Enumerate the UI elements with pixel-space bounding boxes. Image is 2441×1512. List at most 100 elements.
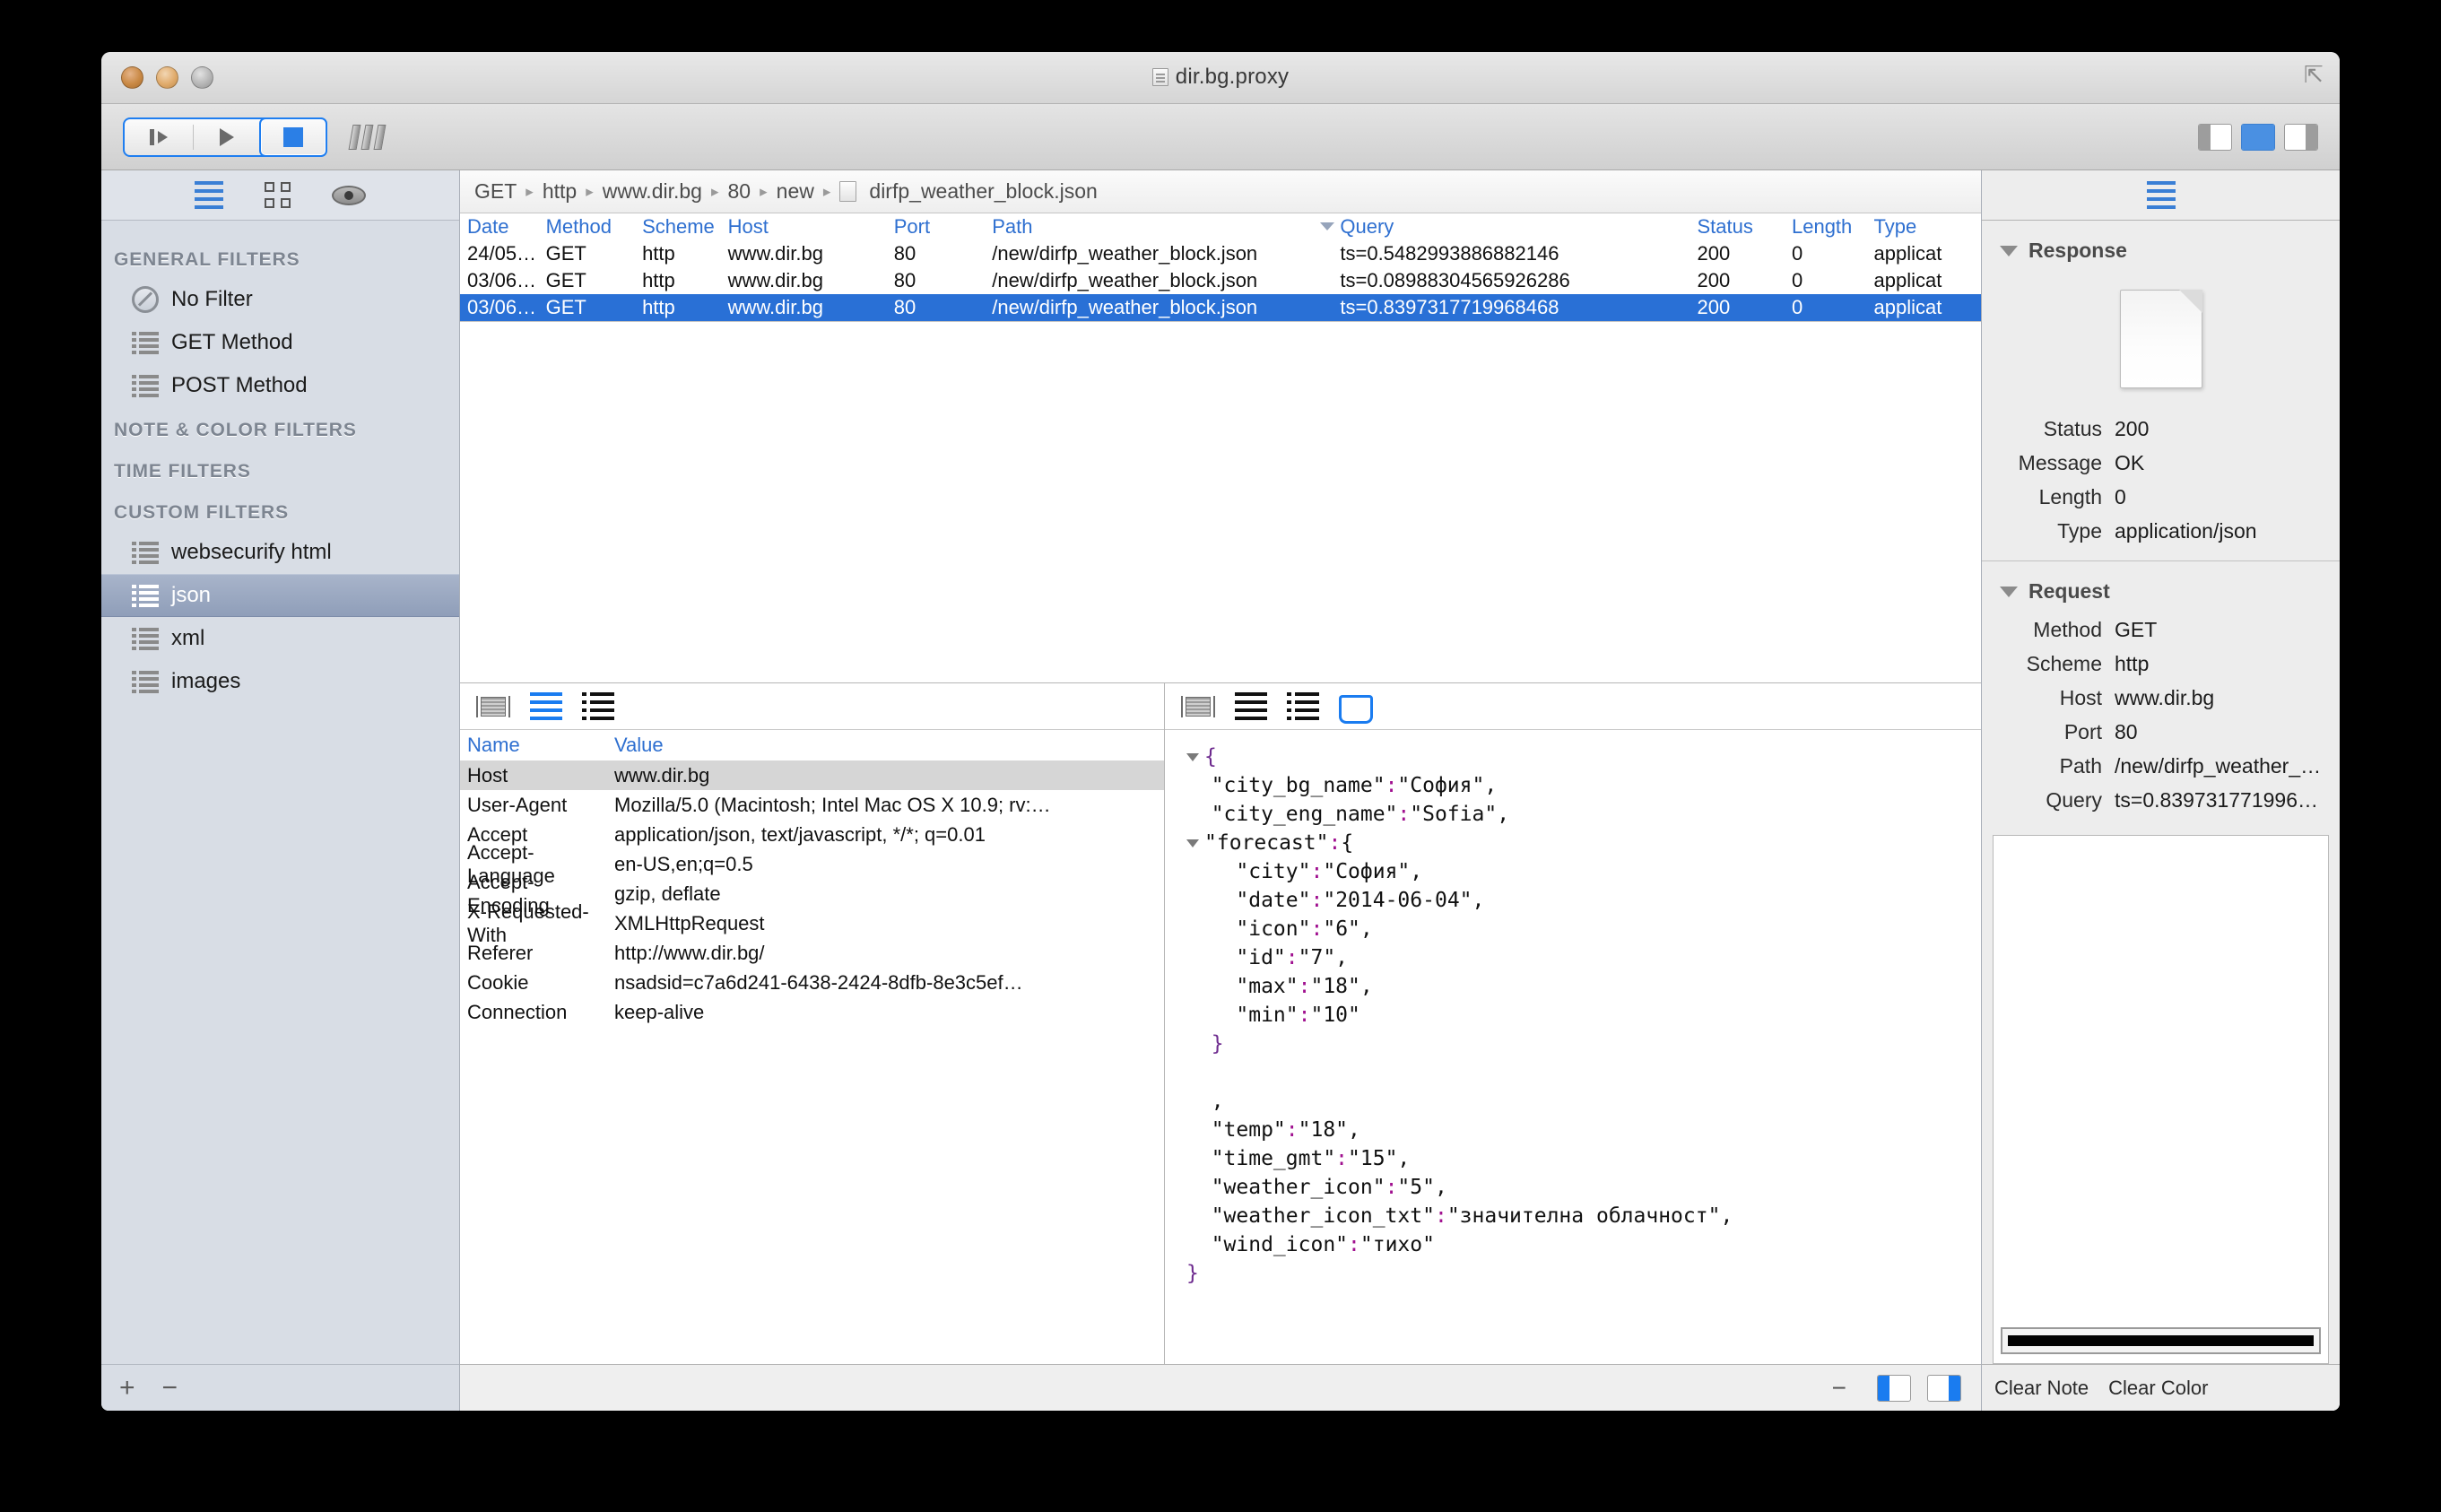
json-viewer[interactable]: { "city_bg_name":"София", "city_eng_name… [1165,730,1981,1364]
sidebar-group-title: NOTE & COLOR FILTERS [114,420,357,440]
clear-color-button[interactable]: Clear Color [2108,1377,2208,1400]
play-button[interactable] [193,119,261,155]
body-panel: { "city_bg_name":"София", "city_eng_name… [1165,683,1981,1364]
cell-header-value: http://www.dir.bg/ [614,941,765,964]
chevron-right-icon: ▸ [760,182,768,200]
list-icon [132,542,159,564]
cell-header-value: application/json, text/javascript, */*; … [614,822,986,846]
column-header-host[interactable]: Host [728,215,894,239]
right-pane-toggle[interactable] [2284,123,2318,151]
lines-view-icon[interactable] [530,692,562,720]
bullet-list-view-icon[interactable] [582,692,614,720]
list-icon [132,332,159,354]
table-row[interactable]: 24/05… GET http www.dir.bg 80 /new/dirfp… [460,240,1981,267]
column-header-length[interactable]: Length [1792,215,1874,239]
json-line: , [1186,1090,1224,1113]
header-row[interactable]: Cookie nsadsid=c7a6d241-6438-2424-8dfb-8… [460,968,1164,997]
column-header-name[interactable]: Name [460,734,614,757]
response-section-header[interactable]: Response [1982,230,2340,272]
json-line: "min":"10" [1186,1004,1360,1027]
list-view-icon[interactable] [195,181,223,209]
color-swatch[interactable] [2008,1335,2314,1346]
json-line: "wind_icon":"тихо" [1186,1233,1435,1256]
response-type-label: Type [2057,518,2102,543]
cell-port: 80 [893,269,916,291]
sidebar-item-post-method[interactable]: POST Method [101,364,459,407]
column-header-scheme[interactable]: Scheme [642,215,728,239]
eye-icon[interactable] [332,185,366,205]
column-header-method[interactable]: Method [546,215,642,239]
table-row[interactable]: 03/06… GET http www.dir.bg 80 /new/dirfp… [460,294,1981,321]
sidebar-item-images[interactable]: images [101,660,459,703]
stop-icon [283,126,303,147]
sidebar-item-websecurify-html[interactable]: websecurify html [101,531,459,574]
table-row[interactable]: 03/06… GET http www.dir.bg 80 /new/dirfp… [460,267,1981,294]
cell-host: www.dir.bg [727,242,823,265]
response-message-value: OK [2115,450,2145,474]
json-line: "temp":"18", [1186,1118,1360,1142]
json-line: "city":"София", [1186,860,1423,883]
sidebar-item-label: GET Method [171,330,293,354]
disclosure-triangle-icon[interactable] [2000,586,2018,597]
headers-table-header: Name Value [460,730,1164,760]
book-view-icon[interactable] [1339,694,1373,724]
resize-handle-icon[interactable]: ⇱ [2304,63,2327,88]
step-button[interactable] [125,119,193,155]
column-header-path[interactable]: Path [992,215,1340,239]
sidebar-item-xml[interactable]: xml [101,617,459,660]
response-length-label: Length [2038,484,2102,508]
grid-view-icon[interactable] [265,182,291,208]
clear-note-button[interactable]: Clear Note [1994,1377,2089,1400]
response-type-value: application/json [2115,518,2257,543]
column-header-type[interactable]: Type [1874,215,1981,239]
columns-icon[interactable] [348,124,387,150]
list-view-icon[interactable] [2146,181,2176,209]
detail-split: Name Value Host www.dir.bg User-Agent Mo… [460,682,1981,1364]
header-row[interactable]: User-Agent Mozilla/5.0 (Macintosh; Intel… [460,790,1164,820]
cell-path: /new/dirfp_weather_block.json [992,296,1258,318]
note-area[interactable] [1993,835,2329,1364]
bullet-list-view-icon[interactable] [1287,692,1319,720]
remove-filter-button[interactable]: − [162,1374,178,1402]
bottom-pane-toggle[interactable] [2241,123,2275,151]
column-header-port[interactable]: Port [894,215,992,239]
headers-panel-toolbar [460,683,1164,730]
add-filter-button[interactable]: + [119,1374,135,1402]
disclosure-triangle-icon[interactable] [1186,839,1199,847]
header-row[interactable]: Host www.dir.bg [460,760,1164,790]
stop-button[interactable] [259,117,327,157]
header-row[interactable]: Referer http://www.dir.bg/ [460,938,1164,968]
column-header-date[interactable]: Date [460,215,546,239]
header-row[interactable]: Connection keep-alive [460,997,1164,1027]
disclosure-triangle-icon[interactable] [2000,245,2018,256]
column-header-status[interactable]: Status [1697,215,1792,239]
cell-date: 03/06… [467,296,537,318]
color-swatch-bar[interactable] [2001,1327,2321,1354]
lines-view-icon[interactable] [1235,692,1267,720]
column-header-value[interactable]: Value [614,734,1164,757]
left-pane-toggle[interactable] [2198,123,2232,151]
sidebar-item-json[interactable]: json [101,574,459,617]
sidebar-item-no-filter[interactable]: No Filter [101,278,459,321]
breadcrumb-port[interactable]: 80 [728,179,751,204]
breadcrumb-host[interactable]: www.dir.bg [603,179,702,204]
title-bar: dir.bg.proxy ⇱ [101,52,2340,104]
left-split-toggle[interactable] [1877,1374,1911,1402]
raw-view-icon[interactable] [1181,695,1215,718]
breadcrumb-method[interactable]: GET [474,179,517,204]
raw-view-icon[interactable] [476,695,510,718]
request-section-header[interactable]: Request [1982,570,2340,613]
cell-header-value: www.dir.bg [614,763,710,786]
header-row[interactable]: X-Requested-With XMLHttpRequest [460,900,1164,946]
breadcrumb-file[interactable]: dirfp_weather_block.json [869,179,1097,204]
collapse-button[interactable]: − [1832,1375,1846,1401]
column-header-query[interactable]: Query [1320,215,1697,239]
right-split-toggle[interactable] [1927,1374,1961,1402]
cell-host: www.dir.bg [727,296,823,318]
breadcrumb-scheme[interactable]: http [543,179,577,204]
breadcrumb-segment-new[interactable]: new [777,179,814,204]
disclosure-triangle-icon[interactable] [1186,753,1199,761]
chevron-right-icon: ▸ [710,182,719,200]
sidebar-item-get-method[interactable]: GET Method [101,321,459,364]
cell-date: 03/06… [467,269,537,291]
